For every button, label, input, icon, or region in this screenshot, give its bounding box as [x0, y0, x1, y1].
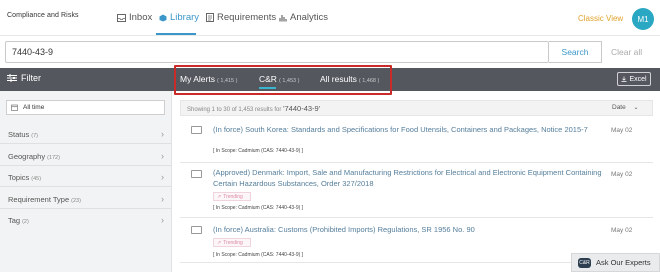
results-query: '7440-43-9' — [283, 104, 321, 113]
facet-geography-label: Geography — [8, 152, 46, 161]
facet-tag[interactable]: Tag (2) › — [8, 215, 166, 225]
brand-logo[interactable]: Compliance and Risks — [7, 12, 79, 19]
result-title[interactable]: (In force) South Korea: Standards and Sp… — [213, 124, 603, 135]
nav-library-label: Library — [170, 12, 200, 23]
facet-tag-count: (2) — [22, 219, 29, 225]
requirements-icon — [206, 13, 214, 22]
nav-requirements-label: Requirements — [217, 12, 277, 23]
result-date: May 02 — [611, 127, 633, 134]
facet-requirement-type[interactable]: Requirement Type (23) › — [8, 194, 166, 204]
facet-status[interactable]: Status (7) › — [8, 129, 166, 139]
facet-topics-label: Topics — [8, 173, 30, 182]
result-select-tag-icon[interactable] — [191, 170, 202, 178]
chevron-down-icon: ⌄ — [633, 105, 639, 111]
trending-arrow-icon: ↗ — [217, 239, 222, 246]
result-scope: [ In Scope: Cadmium (CAS: 7440-43-9) ] — [213, 205, 304, 211]
filter-label: Filter — [21, 73, 41, 83]
filter-sliders-icon — [7, 74, 17, 82]
top-navigation — [0, 0, 660, 36]
facet-tag-label: Tag — [8, 216, 21, 225]
trending-badge: ↗ Trending — [213, 192, 251, 201]
chevron-right-icon: › — [161, 172, 164, 182]
chevron-right-icon: › — [161, 194, 164, 204]
clear-all-button[interactable]: Clear all — [611, 47, 642, 57]
chevron-right-icon: › — [161, 215, 164, 225]
nav-analytics[interactable]: Analytics — [279, 12, 328, 23]
nav-library[interactable]: Library — [159, 12, 199, 23]
nav-analytics-label: Analytics — [290, 12, 329, 23]
trending-label: Trending — [223, 193, 243, 200]
sort-label: Date — [612, 104, 626, 111]
nav-inbox-label: Inbox — [129, 12, 153, 23]
search-button[interactable]: Search — [549, 41, 602, 63]
sort-dropdown[interactable]: Date ⌄ — [612, 104, 639, 111]
calendar-icon — [11, 104, 18, 111]
ask-our-experts-label: Ask Our Experts — [596, 258, 651, 267]
facet-status-label: Status — [8, 130, 30, 139]
nav-requirements[interactable]: Requirements — [206, 12, 276, 23]
nav-inbox[interactable]: Inbox — [117, 12, 152, 23]
chat-icon: C&R — [578, 257, 591, 268]
user-avatar[interactable]: M1 — [632, 8, 654, 30]
facet-status-count: (7) — [31, 133, 38, 139]
facet-requirement-type-count: (23) — [71, 198, 81, 204]
nav-active-indicator — [156, 33, 196, 35]
date-range-select[interactable]: All time — [6, 100, 165, 115]
divider — [0, 208, 172, 209]
date-range-label: All time — [23, 104, 45, 111]
result-select-tag-icon[interactable] — [191, 226, 202, 234]
result-title[interactable]: (In force) Australia: Customs (Prohibite… — [213, 224, 603, 235]
download-icon — [621, 76, 627, 82]
inbox-icon — [117, 13, 126, 22]
results-summary-text: Showing 1 to 30 of 1,453 results for — [187, 107, 282, 113]
ask-our-experts-button[interactable]: C&R Ask Our Experts — [571, 253, 660, 272]
result-date: May 02 — [611, 171, 633, 178]
facet-geography-count: (172) — [47, 155, 60, 161]
filter-button[interactable]: Filter — [7, 73, 41, 83]
divider — [0, 143, 172, 144]
facet-topics-count: (45) — [31, 176, 42, 182]
divider — [0, 186, 172, 187]
classic-view-link[interactable]: Classic View — [578, 14, 623, 23]
result-scope: [ In Scope: Cadmium (CAS: 7440-43-9) ] — [213, 252, 304, 258]
chevron-right-icon: › — [161, 129, 164, 139]
facet-topics[interactable]: Topics (45) › — [8, 172, 166, 182]
result-scope: [ In Scope: Cadmium (CAS: 7440-43-9) ] — [213, 148, 304, 154]
search-input[interactable] — [5, 41, 549, 63]
results-summary: Showing 1 to 30 of 1,453 results for '74… — [187, 104, 320, 113]
trending-label: Trending — [223, 239, 243, 246]
excel-export-button[interactable]: Excel — [617, 72, 651, 86]
chevron-right-icon: › — [161, 151, 164, 161]
library-icon — [159, 14, 167, 21]
excel-label: Excel — [629, 75, 647, 83]
result-select-tag-icon[interactable] — [191, 126, 202, 134]
divider — [0, 165, 172, 166]
analytics-icon — [279, 14, 287, 21]
result-date: May 02 — [611, 227, 633, 234]
trending-badge: ↗ Trending — [213, 238, 251, 247]
facet-geography[interactable]: Geography (172) › — [8, 151, 166, 161]
highlight-annotation-box — [174, 65, 392, 95]
trending-arrow-icon: ↗ — [217, 193, 222, 200]
result-title[interactable]: (Approved) Denmark: Import, Sale and Man… — [213, 167, 603, 189]
facet-requirement-type-label: Requirement Type — [8, 195, 70, 204]
